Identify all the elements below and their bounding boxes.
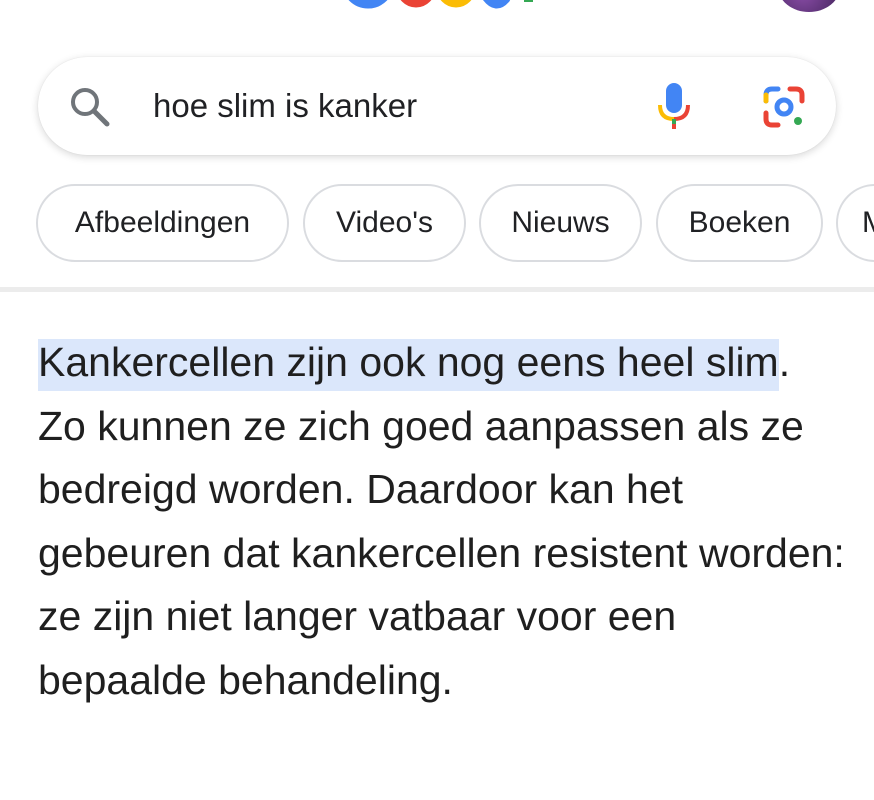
search-query[interactable]: hoe slim is kanker [153, 84, 417, 128]
account-avatar[interactable] [778, 0, 840, 12]
google-logo[interactable] [340, 0, 540, 18]
chip-afbeeldingen[interactable]: Afbeeldingen [36, 184, 289, 262]
answer-continuation: . Zo kunnen ze zich goed aanpassen als z… [38, 339, 845, 703]
chip-boeken[interactable]: Boeken [656, 184, 823, 262]
search-bar[interactable]: hoe slim is kanker [38, 57, 836, 155]
search-filter-chips: Afbeeldingen Video's Nieuws Boeken M [36, 184, 874, 266]
chip-more[interactable]: M [836, 184, 874, 262]
chip-videos[interactable]: Video's [303, 184, 466, 262]
section-divider [0, 287, 874, 292]
search-results-page: hoe slim is kanker Afbeeldingen Video's … [0, 0, 874, 800]
search-icon[interactable] [68, 85, 112, 129]
google-lens-icon[interactable] [760, 83, 808, 131]
chip-nieuws[interactable]: Nieuws [479, 184, 642, 262]
featured-snippet-text: Kankercellen zijn ook nog eens heel slim… [38, 331, 848, 712]
highlighted-answer: Kankercellen zijn ook nog eens heel slim [38, 339, 779, 391]
microphone-icon[interactable] [653, 81, 695, 133]
